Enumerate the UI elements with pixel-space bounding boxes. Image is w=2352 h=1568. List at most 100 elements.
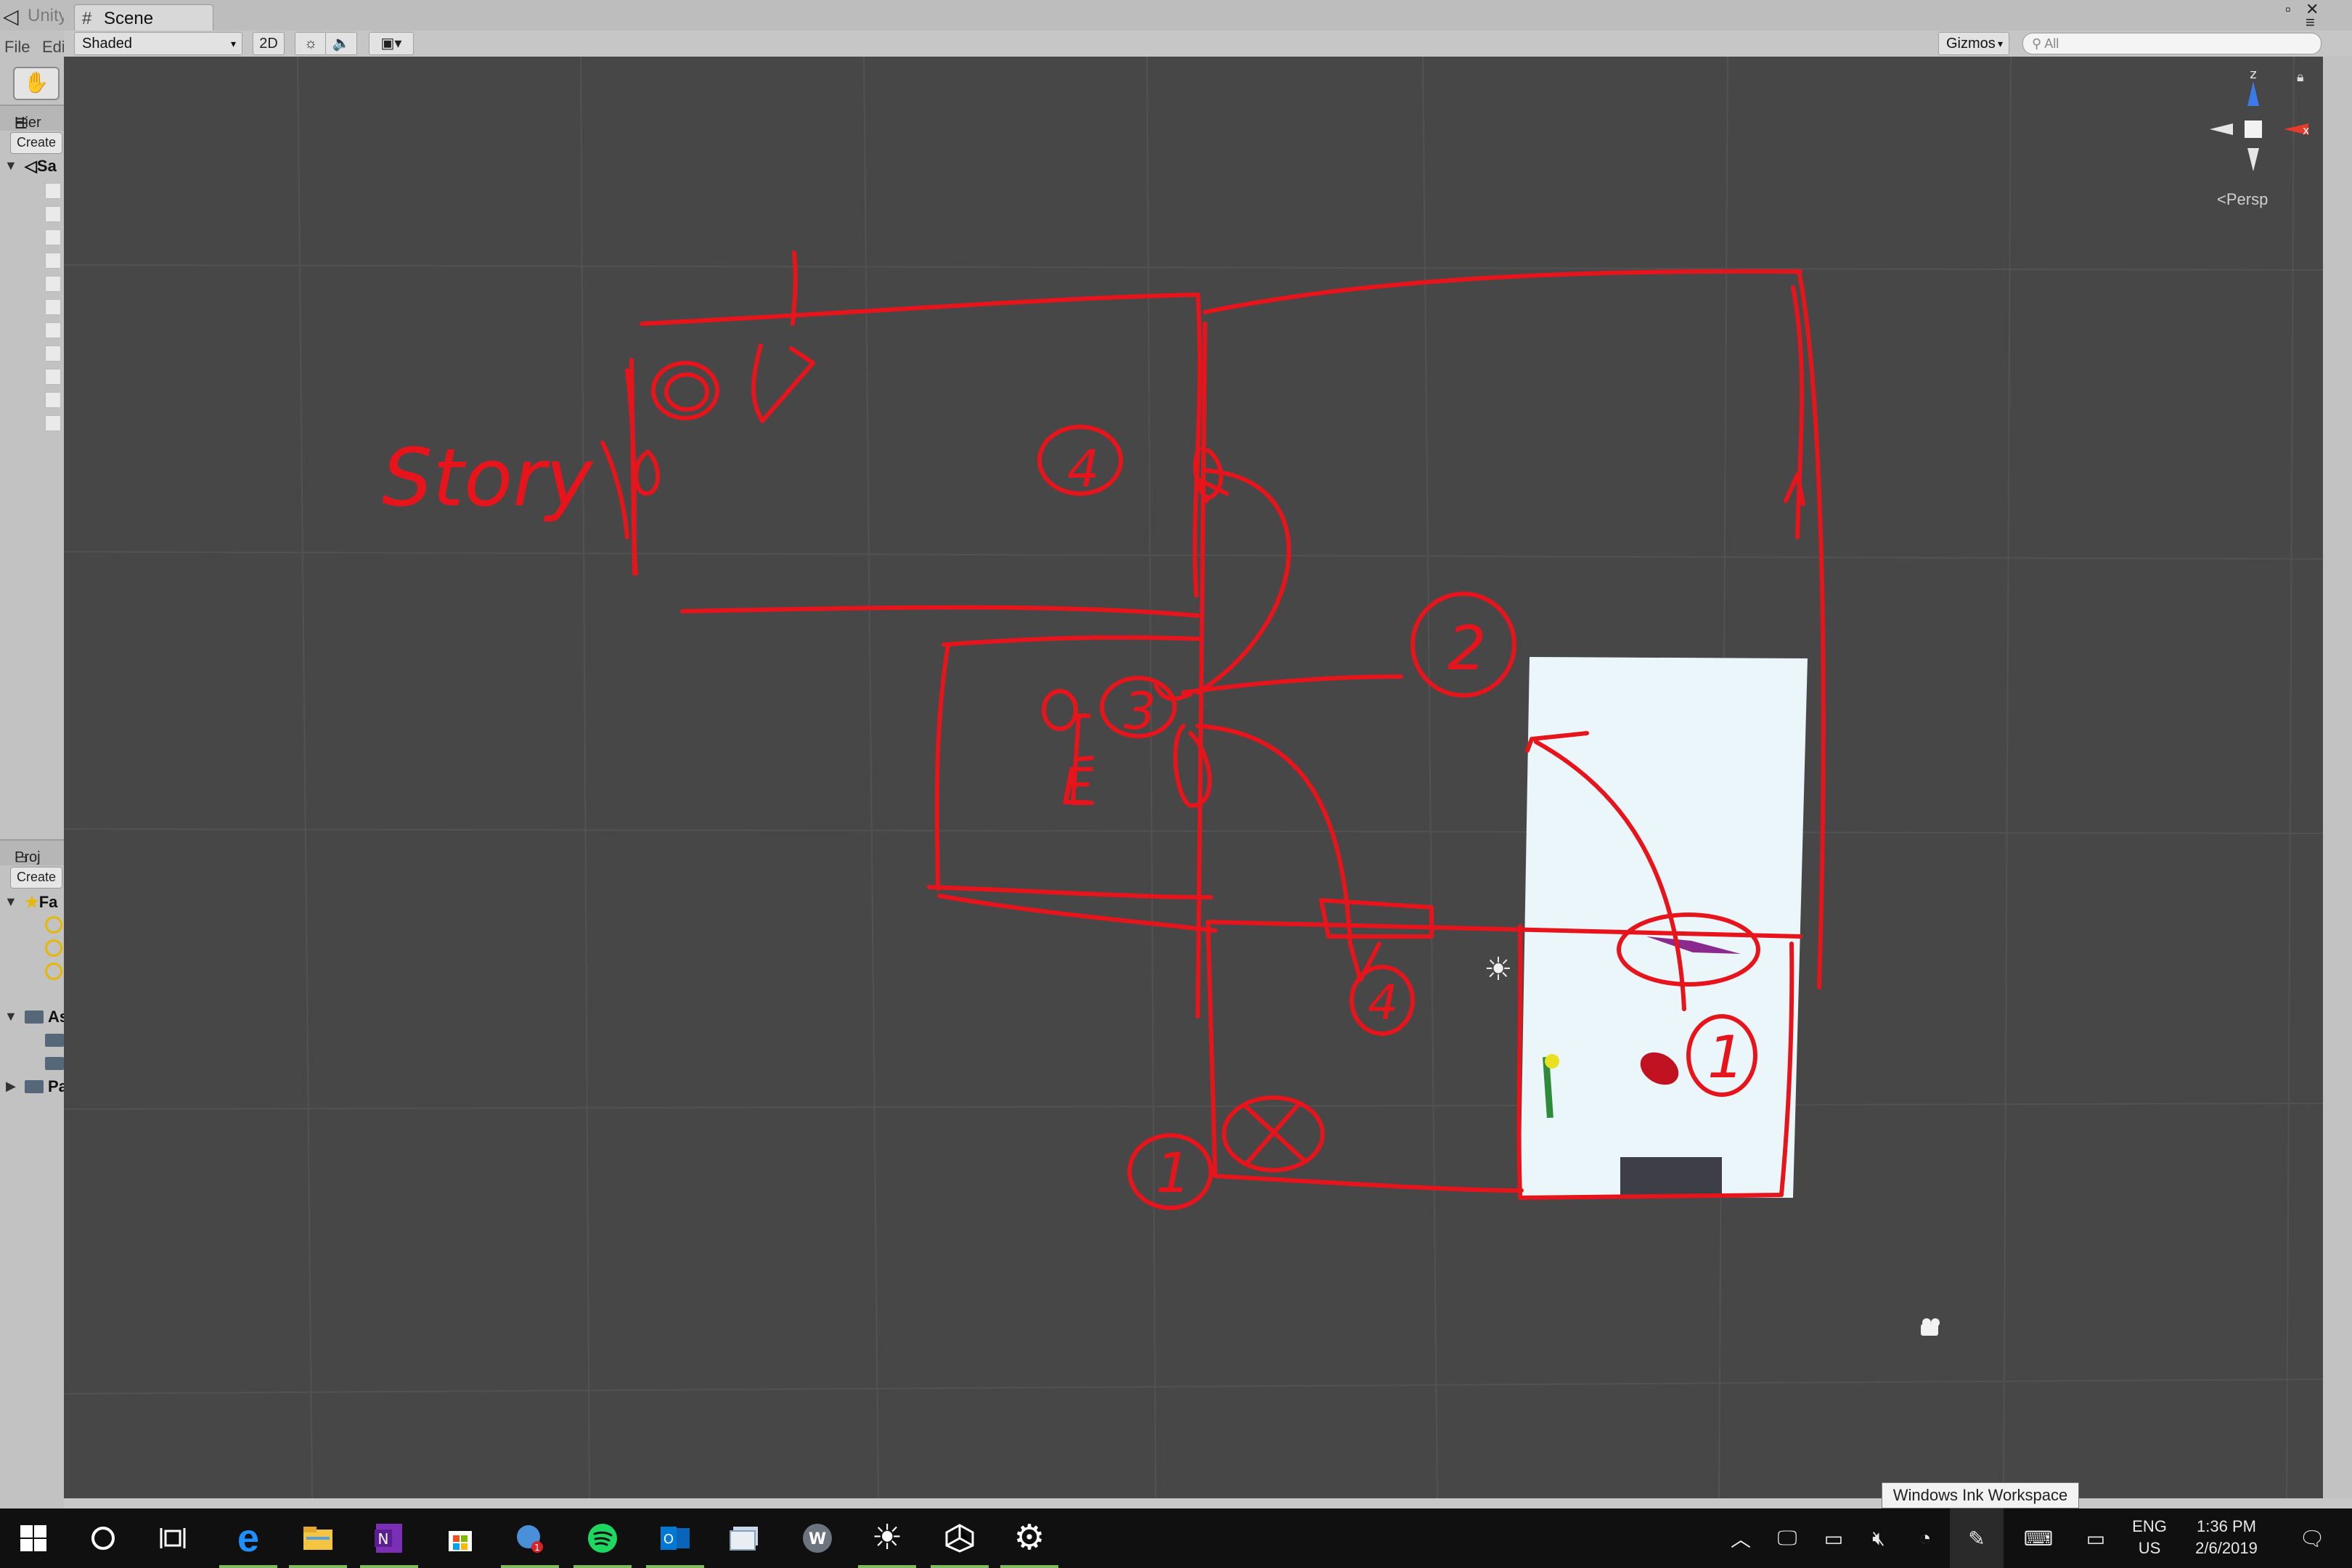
edge-icon[interactable]: e — [215, 1508, 282, 1568]
region-code: US — [2138, 1539, 2161, 1557]
wifi-icon[interactable]: ◔ — [1909, 1508, 1941, 1568]
axis-neg-y-cone[interactable] — [2247, 148, 2259, 171]
unity-menu-bar: File Edi — [0, 30, 73, 58]
hand-icon: ✋ — [23, 71, 49, 94]
axis-z-cone[interactable] — [2247, 81, 2259, 106]
settings-icon[interactable]: ⚙ — [996, 1508, 1063, 1568]
w-app-icon[interactable]: W — [784, 1508, 851, 1568]
scene-tab[interactable]: # Scene — [74, 4, 213, 31]
gameobject-icon[interactable] — [45, 276, 61, 292]
file-explorer-icon[interactable] — [285, 1508, 351, 1568]
toggle-2d-button[interactable]: 2D — [253, 32, 285, 55]
axis-x-label: x — [2303, 123, 2308, 137]
network-app-icon[interactable]: 1 — [497, 1508, 563, 1568]
project-create-button[interactable]: Create — [10, 867, 62, 889]
hierarchy-tab[interactable]: ☰ Hier — [0, 105, 64, 132]
folder-icon[interactable] — [45, 1034, 64, 1047]
gameobject-icon[interactable] — [45, 206, 61, 222]
gameobject-icon[interactable] — [45, 183, 61, 199]
menu-edit[interactable]: Edi — [42, 38, 65, 57]
cortana-icon[interactable] — [70, 1508, 136, 1568]
running-indicator — [219, 1565, 277, 1568]
scene-effects-dropdown[interactable]: ▣▾ — [369, 32, 414, 55]
directional-light-icon[interactable]: ☀ — [1484, 951, 1512, 988]
hierarchy-create-button[interactable]: Create — [10, 132, 62, 154]
action-center-icon[interactable]: 🗨︎ — [2287, 1508, 2337, 1568]
camera-icon[interactable] — [1921, 1318, 1940, 1336]
scene-audio-icon[interactable]: 🔈 — [325, 32, 357, 55]
photos-icon[interactable] — [711, 1508, 778, 1568]
scene-viewport[interactable]: ☀ Story 4 2 3 E 4 1 1 — [64, 57, 2352, 1498]
scene-grid — [64, 57, 2324, 1498]
scene-root-label[interactable]: Sa — [37, 157, 57, 175]
collapse-triangle-icon[interactable]: ▶ — [6, 1079, 16, 1094]
unity-icon[interactable] — [926, 1508, 993, 1568]
favorites-star-icon: ★ — [25, 893, 39, 911]
scene-tab-label: Scene — [104, 9, 154, 28]
folder-icon — [25, 1080, 44, 1093]
gameobject-icon[interactable] — [45, 415, 61, 431]
expand-triangle-icon[interactable]: ▼ — [4, 158, 17, 173]
doorway-block[interactable] — [1620, 1157, 1722, 1196]
notification-badge: 1 — [534, 1543, 540, 1553]
gameobject-icon[interactable] — [45, 369, 61, 385]
yellow-sphere-object[interactable] — [1545, 1054, 1559, 1069]
shading-mode-dropdown[interactable]: Shaded ▾ — [74, 32, 242, 55]
folder-icon[interactable] — [45, 1057, 64, 1070]
unity-scene-icon: ◁ — [25, 157, 37, 175]
start-icon[interactable] — [0, 1508, 67, 1568]
store-icon[interactable] — [427, 1508, 494, 1568]
shading-mode-value: Shaded — [82, 36, 132, 52]
volume-muted-icon[interactable]: 🔇︎ — [1863, 1508, 1895, 1568]
svg-text:N: N — [378, 1530, 389, 1548]
task-view-icon[interactable] — [139, 1508, 206, 1568]
projection-label[interactable]: <Persp — [2217, 190, 2268, 209]
scene-orientation-gizmo[interactable]: z x — [2200, 65, 2309, 200]
language-code: ENG — [2132, 1517, 2167, 1535]
gameobject-icon[interactable] — [45, 322, 61, 338]
room-number-3: 3 — [1124, 682, 1156, 741]
sun-glyph: ☀ — [871, 1519, 903, 1557]
outlook-icon[interactable]: O — [642, 1508, 709, 1568]
room-floor-plane[interactable] — [1520, 657, 1808, 1198]
gameobject-icon[interactable] — [45, 229, 61, 245]
running-indicator — [1000, 1565, 1058, 1568]
touch-keyboard-icon[interactable]: ⌨︎ — [2018, 1508, 2059, 1568]
menu-file[interactable]: File — [4, 38, 30, 57]
gizmos-dropdown[interactable]: Gizmos ▾ — [1938, 32, 2009, 55]
clock[interactable]: 1:36 PM 2/6/2019 — [2179, 1516, 2274, 1559]
spotify-icon[interactable] — [569, 1508, 636, 1568]
device-monitor-icon[interactable]: 🖵︎ — [1771, 1508, 1803, 1568]
window-menu-icon[interactable]: ≡ — [2306, 13, 2315, 32]
expand-triangle-icon[interactable]: ▼ — [4, 1009, 17, 1024]
restore-window-icon[interactable]: ▫ — [2285, 0, 2291, 19]
project-tab[interactable]: ▭ Proj — [0, 839, 64, 867]
gizmos-label: Gizmos — [1946, 36, 1996, 52]
grid-icon: # — [82, 9, 92, 28]
axis-neg-x-cone[interactable] — [2210, 123, 2233, 135]
search-favorite-icon[interactable] — [45, 939, 62, 957]
gear-glyph: ⚙ — [1013, 1519, 1045, 1557]
brightness-icon[interactable]: ☀ — [854, 1508, 920, 1568]
gameobject-icon[interactable] — [45, 253, 61, 269]
gameobject-icon[interactable] — [45, 346, 61, 362]
onenote-icon[interactable]: N — [356, 1508, 422, 1568]
running-indicator — [360, 1565, 418, 1568]
battery-icon[interactable]: ▭ — [1818, 1508, 1850, 1568]
windows-ink-icon[interactable]: ✎ — [1950, 1508, 2004, 1568]
show-hidden-icons-chevron-icon[interactable]: ︿ — [1725, 1508, 1757, 1568]
expand-triangle-icon[interactable]: ▼ — [4, 894, 17, 910]
favorites-label[interactable]: Fa — [39, 893, 58, 911]
windows-ink-tooltip: Windows Ink Workspace — [1882, 1482, 2079, 1508]
search-favorite-icon[interactable] — [45, 963, 62, 980]
search-favorite-icon[interactable] — [45, 916, 62, 934]
lock-icon[interactable]: 🔒︎ — [2297, 70, 2304, 85]
scene-lighting-icon[interactable]: ☼ — [295, 32, 327, 55]
gizmo-center-cube[interactable] — [2245, 121, 2262, 138]
scene-search-input[interactable]: ⚲ All — [2022, 33, 2322, 54]
input-language[interactable]: ENG US — [2124, 1516, 2175, 1559]
gameobject-icon[interactable] — [45, 392, 61, 408]
gameobject-icon[interactable] — [45, 299, 61, 315]
hand-tool-button[interactable]: ✋ — [13, 67, 60, 100]
touchpad-icon[interactable]: ▭ — [2078, 1508, 2114, 1568]
